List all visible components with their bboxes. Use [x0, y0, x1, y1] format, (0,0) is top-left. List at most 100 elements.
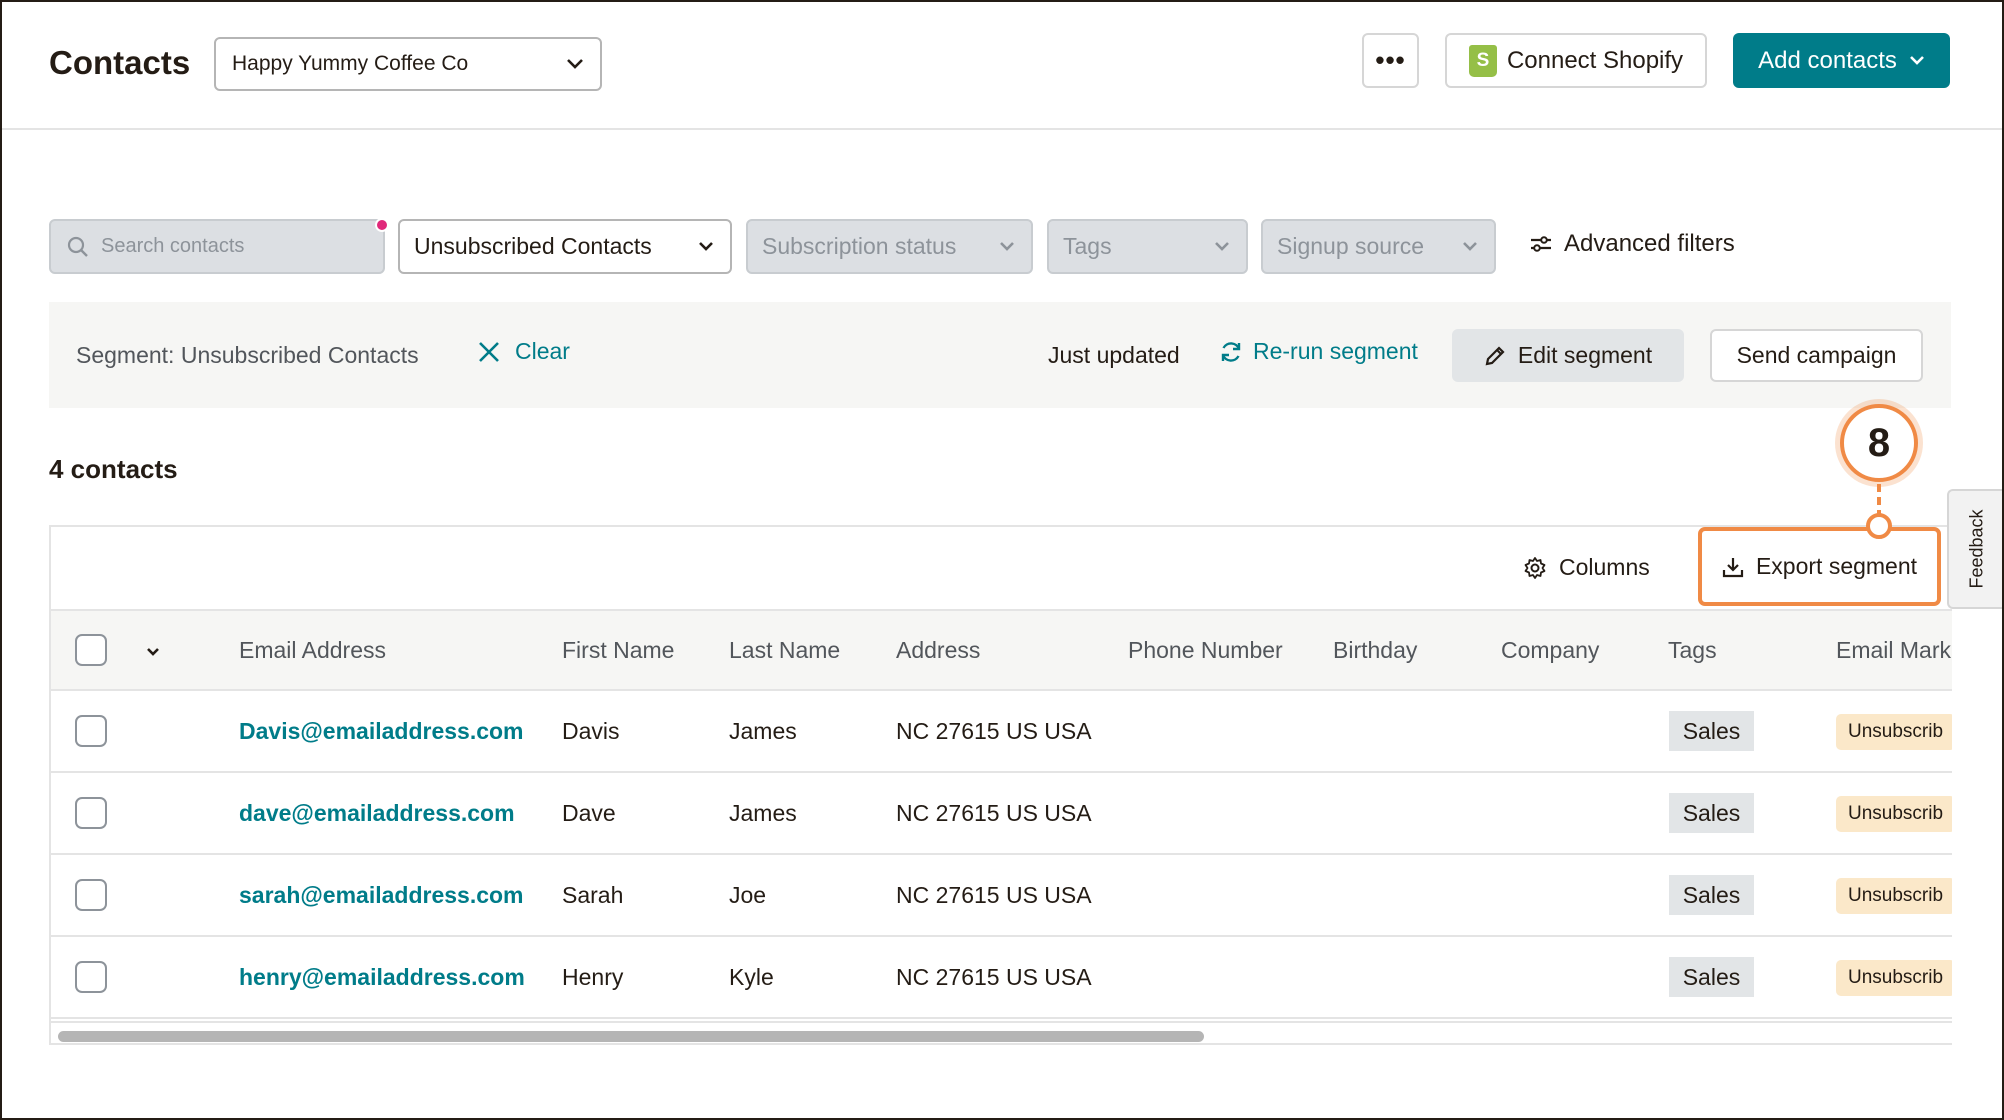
page-title: Contacts	[49, 44, 191, 81]
shopify-bag-icon: S	[1468, 44, 1497, 77]
contact-first-name: Henry	[562, 964, 624, 990]
step-callout-badge: 8	[1840, 404, 1918, 482]
segment-select-value: Unsubscribed Contacts	[414, 233, 652, 259]
search-icon	[67, 236, 88, 257]
contact-first-name: Davis	[562, 718, 620, 744]
search-placeholder: Search contacts	[101, 235, 245, 257]
callout-anchor-dot	[1866, 513, 1892, 539]
column-header-email[interactable]: Email Address	[239, 637, 386, 664]
contact-email-link[interactable]: dave@emailaddress.com	[239, 800, 515, 827]
row-checkbox[interactable]	[75, 797, 107, 829]
row-checkbox[interactable]	[75, 715, 107, 747]
column-header-birthday[interactable]: Birthday	[1333, 637, 1417, 664]
add-contacts-button[interactable]: Add contacts	[1733, 33, 1950, 88]
column-header-address[interactable]: Address	[896, 637, 980, 664]
status-badge: Unsubscrib	[1836, 796, 1952, 832]
chevron-down-icon	[567, 59, 583, 69]
tag-badge: Sales	[1669, 793, 1754, 833]
row-checkbox[interactable]	[75, 961, 107, 993]
signup-source-select[interactable]: Signup source	[1261, 219, 1496, 274]
contact-address: NC 27615 US USA	[896, 964, 1092, 990]
chevron-down-icon	[1215, 242, 1229, 251]
download-icon	[1722, 557, 1744, 577]
tag-badge: Sales	[1669, 875, 1754, 915]
table-row: henry@emailaddress.com Henry Kyle NC 276…	[51, 937, 1952, 1019]
contact-email-link[interactable]: Davis@emailaddress.com	[239, 718, 524, 745]
notification-dot	[375, 218, 389, 232]
contacts-count: 4 contacts	[49, 454, 178, 484]
more-options-button[interactable]: •••	[1362, 33, 1419, 88]
rerun-segment-button[interactable]: Re-run segment	[1219, 338, 1418, 365]
contact-email-link[interactable]: henry@emailaddress.com	[239, 964, 525, 991]
segment-label: Segment: Unsubscribed Contacts	[76, 342, 419, 368]
chevron-down-icon	[699, 242, 713, 251]
contact-address: NC 27615 US USA	[896, 882, 1092, 908]
contact-email-link[interactable]: sarah@emailaddress.com	[239, 882, 524, 909]
advanced-filters-label: Advanced filters	[1564, 230, 1735, 257]
chevron-down-icon	[1909, 56, 1924, 65]
contact-first-name: Dave	[562, 800, 616, 826]
contact-last-name: Joe	[729, 882, 767, 908]
column-header-tags[interactable]: Tags	[1668, 637, 1717, 664]
contact-first-name: Sarah	[562, 882, 624, 908]
tag-badge: Sales	[1669, 957, 1754, 997]
table-header-row: Email Address First Name Last Name Addre…	[51, 609, 1952, 691]
contact-address: NC 27615 US USA	[896, 718, 1092, 744]
segment-updated-status: Just updated	[1048, 342, 1180, 368]
segment-select[interactable]: Unsubscribed Contacts	[398, 219, 732, 274]
columns-button[interactable]: Columns	[1523, 554, 1650, 581]
app-frame: Contacts Happy Yummy Coffee Co ••• S Con…	[0, 0, 2004, 1120]
table-bottom-border	[49, 1043, 1952, 1045]
add-contacts-label: Add contacts	[1758, 46, 1897, 74]
chevron-down-icon	[1000, 242, 1014, 251]
send-campaign-button[interactable]: Send campaign	[1710, 329, 1923, 382]
row-checkbox[interactable]	[75, 879, 107, 911]
page-header: Contacts Happy Yummy Coffee Co ••• S Con…	[2, 2, 2002, 130]
contacts-table: Columns Export segment Email Address Fir…	[49, 525, 1952, 1045]
export-segment-label: Export segment	[1755, 553, 1918, 579]
status-badge: Unsubscrib	[1836, 878, 1952, 914]
table-toolbar: Columns Export segment	[51, 527, 1952, 609]
status-badge: Unsubscrib	[1836, 714, 1952, 750]
segment-bar: Segment: Unsubscribed Contacts Clear Jus…	[49, 302, 1951, 408]
clear-segment-button[interactable]: Clear	[477, 338, 570, 365]
advanced-filters-button[interactable]: Advanced filters	[1530, 230, 1735, 258]
subscription-status-select[interactable]: Subscription status	[746, 219, 1033, 274]
column-header-first-name[interactable]: First Name	[562, 637, 674, 664]
contact-address: NC 27615 US USA	[896, 800, 1092, 826]
columns-label: Columns	[1559, 554, 1650, 580]
column-header-phone[interactable]: Phone Number	[1128, 637, 1283, 664]
select-all-checkbox[interactable]	[75, 634, 107, 666]
signup-source-label: Signup source	[1277, 233, 1425, 259]
feedback-label: Feedback	[1966, 509, 1986, 589]
search-contacts-input[interactable]: Search contacts	[49, 219, 385, 274]
table-row: sarah@emailaddress.com Sarah Joe NC 2761…	[51, 855, 1952, 937]
gear-icon	[1524, 556, 1546, 579]
scrollbar-thumb[interactable]	[58, 1031, 1204, 1042]
column-header-last-name[interactable]: Last Name	[729, 637, 840, 664]
audience-select[interactable]: Happy Yummy Coffee Co	[214, 37, 602, 91]
horizontal-scrollbar[interactable]	[51, 1021, 1952, 1045]
contact-last-name: James	[729, 800, 797, 826]
feedback-tab[interactable]: Feedback	[1947, 489, 2002, 609]
connect-shopify-label: Connect Shopify	[1506, 46, 1684, 74]
column-header-company[interactable]: Company	[1501, 637, 1599, 664]
edit-segment-button[interactable]: Edit segment	[1452, 329, 1684, 382]
chevron-down-icon[interactable]	[146, 647, 160, 657]
contact-last-name: James	[729, 718, 797, 744]
table-row: dave@emailaddress.com Dave James NC 2761…	[51, 773, 1952, 855]
close-icon	[479, 341, 499, 362]
column-header-email-marketing[interactable]: Email Mark	[1836, 637, 1951, 664]
clear-label: Clear	[515, 338, 570, 364]
tags-select-label: Tags	[1063, 233, 1112, 259]
export-segment-button[interactable]: Export segment	[1698, 527, 1941, 606]
chevron-down-icon	[1463, 242, 1477, 251]
contact-last-name: Kyle	[729, 964, 774, 990]
subscription-status-label: Subscription status	[762, 233, 957, 259]
rerun-segment-label: Re-run segment	[1253, 338, 1418, 364]
tags-select[interactable]: Tags	[1047, 219, 1248, 274]
tag-badge: Sales	[1669, 711, 1754, 751]
connect-shopify-button[interactable]: S Connect Shopify	[1445, 33, 1707, 88]
status-badge: Unsubscrib	[1836, 960, 1952, 996]
pencil-icon	[1485, 345, 1505, 365]
